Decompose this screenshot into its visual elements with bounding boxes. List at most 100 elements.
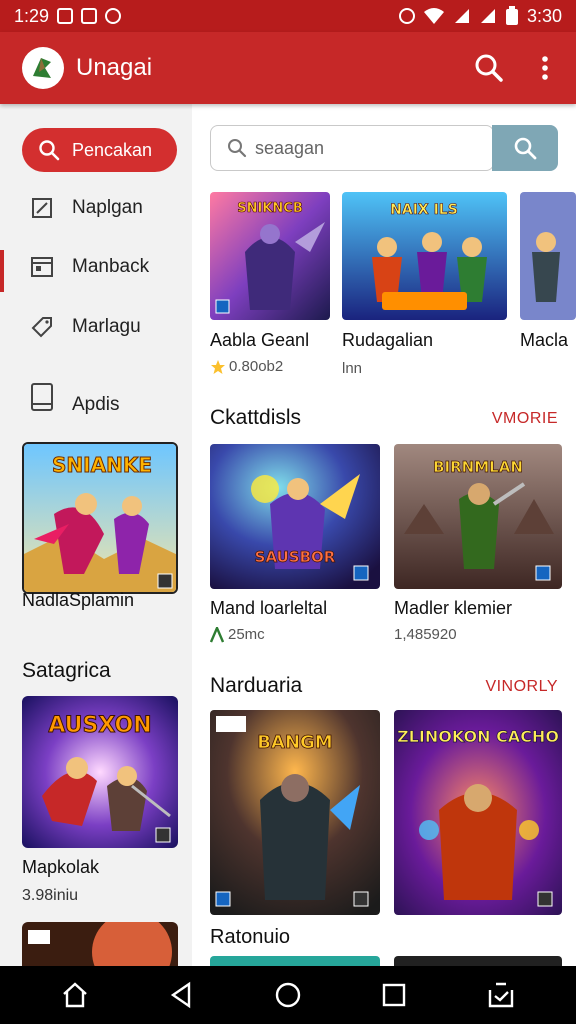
game-card[interactable]: SNIKNCB	[210, 192, 330, 320]
search-input[interactable]: seaagan	[210, 125, 494, 171]
app-bar: Unagai	[0, 32, 576, 104]
wifi-icon	[423, 8, 444, 24]
cover-text: SNIANKE	[52, 453, 152, 477]
game-cover: AUSXON	[22, 696, 178, 848]
search-placeholder: seaagan	[255, 137, 325, 158]
view-more-link[interactable]: VMORIE	[492, 410, 558, 428]
sidebar-game-meta: 3.98iniu	[22, 887, 79, 904]
edit-icon	[32, 198, 52, 218]
active-indicator	[0, 250, 4, 292]
sidebar-game-title: Mapkolak	[22, 857, 100, 877]
game-cover	[394, 956, 562, 966]
view-more-link[interactable]: VINORLY	[485, 678, 558, 696]
game-cover	[210, 956, 380, 966]
game-title: Rudagalian	[342, 330, 434, 350]
sidebar-game-card-partial[interactable]	[22, 922, 178, 966]
game-cover: SNIANKE	[24, 444, 176, 592]
shield-icon	[81, 8, 98, 24]
signal-icon-2	[480, 9, 495, 23]
main-content: seaagan SNIKNCB Aabla Geanl 0.80ob2 NAIX…	[192, 104, 576, 966]
search-button[interactable]	[492, 125, 558, 171]
screenshot-icon[interactable]	[486, 980, 516, 1010]
sidebar-item-label: Naplgan	[72, 197, 143, 218]
game-title: Madler klemier	[394, 598, 513, 618]
tag-icon	[31, 317, 52, 338]
cover-text: SAUSBOR	[255, 548, 336, 566]
cover-text: BIRNMLAN	[433, 458, 523, 476]
sidebar-game-card[interactable]: AUSXON	[22, 696, 178, 848]
game-meta: 1,485920	[394, 626, 457, 643]
more-vert-icon[interactable]	[530, 53, 560, 83]
game-meta: lnn	[342, 360, 363, 377]
game-cover: BANGM	[210, 710, 380, 915]
game-cover: SAUSBOR	[210, 444, 380, 589]
game-title: Aabla Geanl	[210, 330, 310, 350]
search-icon[interactable]	[474, 53, 504, 83]
system-nav-bar	[0, 966, 576, 1024]
clock: 1:29	[14, 5, 50, 26]
sidebar-item-label: Manback	[72, 256, 150, 277]
app-logo[interactable]	[22, 47, 64, 89]
window-icon	[31, 257, 53, 277]
game-card[interactable]: NAIX ILS	[342, 192, 507, 320]
featured-game-card[interactable]: SNIANKE	[22, 442, 178, 594]
game-title: Macla	[520, 330, 569, 350]
game-cover: ZLINOKON CACHO	[394, 710, 562, 915]
cover-text: SNIKNCB	[237, 201, 302, 216]
search-icon	[39, 140, 60, 161]
cover-text: NAIX ILS	[390, 202, 458, 218]
game-card[interactable]: SAUSBOR	[210, 444, 380, 589]
game-card-partial[interactable]	[520, 192, 576, 320]
search-icon	[228, 139, 247, 158]
game-meta: 25mc	[210, 626, 265, 643]
logo-icon	[33, 58, 51, 78]
game-cover	[22, 922, 178, 966]
sidebar-item-marlagu[interactable]: Marlagu	[30, 315, 141, 339]
book-icon	[31, 383, 53, 411]
section-title: Ckattdisls	[210, 406, 302, 429]
cover-text: BANGM	[257, 732, 332, 753]
game-title: Mand loarleltal	[210, 598, 328, 618]
game-cover: NAIX ILS	[342, 192, 507, 320]
section-title: Narduaria	[210, 674, 303, 697]
rating-value: 0.80ob2	[229, 358, 284, 375]
signal-icon	[454, 9, 469, 23]
alarm-icon	[398, 8, 415, 24]
cover-text: AUSXON	[48, 713, 151, 738]
meta-value: 25mc	[228, 626, 265, 643]
sidebar: Pencakan Naplgan Manback Marlagu Apdis S…	[0, 104, 192, 966]
game-card-partial[interactable]	[210, 956, 380, 966]
game-cover: BIRNMLAN	[394, 444, 562, 589]
recents-icon[interactable]	[379, 980, 409, 1010]
section-title: Ratonuio	[210, 926, 291, 948]
sidebar-search-button[interactable]: Pencakan	[22, 128, 177, 172]
sidebar-item-apdis[interactable]: Apdis	[30, 378, 120, 416]
sidebar-section-title: Satagrica	[22, 659, 111, 682]
star-icon	[211, 359, 225, 374]
game-card[interactable]: BANGM	[210, 710, 380, 915]
status-bar: 1:29 3:30	[0, 0, 576, 32]
battery-time: 3:30	[526, 5, 562, 26]
home-icon[interactable]	[60, 980, 90, 1010]
circle-home-icon[interactable]	[273, 980, 303, 1010]
search-icon	[514, 137, 537, 160]
back-icon[interactable]	[167, 980, 197, 1010]
game-card[interactable]: BIRNMLAN	[394, 444, 562, 589]
cover-text: ZLINOKON CACHO	[397, 727, 559, 746]
game-card[interactable]: ZLINOKON CACHO	[394, 710, 562, 915]
sidebar-item-manback[interactable]: Manback	[30, 255, 149, 279]
sidebar-item-label: Apdis	[72, 394, 120, 415]
location-icon	[105, 8, 122, 24]
sidebar-search-label: Pencakan	[72, 139, 153, 160]
trending-up-icon	[210, 626, 224, 642]
app-title: Unagai	[76, 54, 153, 81]
sidebar-item-label: Marlagu	[72, 316, 141, 337]
notification-icon	[57, 8, 74, 24]
battery-icon	[505, 6, 518, 25]
game-cover: SNIKNCB	[210, 192, 330, 320]
game-card-partial[interactable]	[394, 956, 562, 966]
game-cover	[520, 192, 576, 320]
featured-game-title: NadlaSplamin	[22, 590, 135, 610]
sidebar-item-naplgan[interactable]: Naplgan	[30, 196, 143, 220]
game-rating: 0.80ob2	[210, 358, 283, 375]
